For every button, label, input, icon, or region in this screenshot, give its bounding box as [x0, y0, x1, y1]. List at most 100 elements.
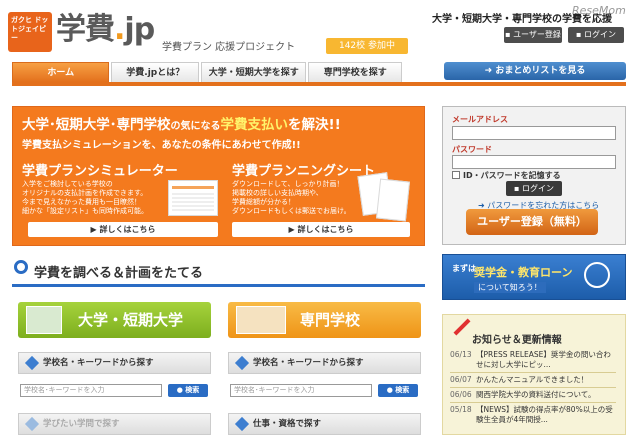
nav-home[interactable]: ホーム: [12, 62, 110, 82]
hero-title-d: を解決!!: [288, 117, 341, 133]
university-field-search-heading[interactable]: 学びたい学問で探す: [18, 413, 211, 435]
news-item[interactable]: 06/13 【PRESS RELEASE】奨学金の問い合わせに対し大学にピッ...: [450, 350, 620, 370]
university-keyword-search-label: 学校名・キーワードから探す: [43, 358, 154, 368]
simulator-details-label: 詳しくはこちら: [99, 225, 156, 234]
news-divider: [450, 387, 616, 388]
news-title: お知らせ＆更新情報: [472, 335, 562, 346]
news-text: 関西学院大学の資料送付について。: [476, 390, 596, 399]
news-text: 【NEWS】試験の得点率が80%以上の受験生全員が4年間授...: [476, 405, 613, 424]
vocational-card-title: 専門学校: [300, 311, 361, 329]
sheet-desc-line: 学費総額が分かる！: [232, 198, 295, 206]
vocational-search-input[interactable]: 学校名･キーワードを入力: [230, 384, 372, 397]
pencil-icon: [234, 416, 250, 432]
news-date: 06/06: [450, 390, 472, 399]
nav-universities[interactable]: 大学・短期大学を探す: [201, 62, 307, 82]
university-search-button-label: 検索: [185, 386, 200, 394]
watermark: ReseMom: [572, 4, 626, 17]
members-badge: 142校 参加中: [326, 38, 408, 54]
search-icon: ●: [386, 386, 393, 394]
sim-desc-line: 今まで見えなかった費用も一目瞭然！: [22, 198, 141, 206]
user-register-button[interactable]: ▪ ユーザー登録: [504, 27, 562, 43]
news-divider: [450, 372, 616, 373]
nav-about[interactable]: 学費.jpとは？: [111, 62, 200, 82]
planning-sheet-description: ダウンロードして、しっかり計画！ 掲載校の詳しい支払時期や、 学費総額が分かる！…: [232, 180, 372, 216]
simulator-details-button[interactable]: ▶ 詳しくはこちら: [28, 222, 218, 237]
simulator-title: 学費プランシミュレーター: [22, 164, 178, 179]
play-icon: ▶: [90, 225, 97, 234]
matome-label: おまとめリストを見る: [495, 66, 586, 76]
news-date: 06/07: [450, 375, 472, 384]
news-divider: [450, 402, 616, 403]
remember-label: ID・パスワードを記憶する: [463, 171, 561, 180]
sheet-desc-line: ダウンロードもしくは郵送でお届け。: [232, 207, 351, 215]
hero-title-b: の気になる: [170, 121, 221, 132]
news-item[interactable]: 05/18 【NEWS】試験の得点率が80%以上の受験生全員が4年間授...: [450, 405, 620, 425]
login-button-label: ログイン: [521, 184, 554, 193]
search-icon: ●: [176, 386, 183, 394]
magnifier-icon: [14, 260, 28, 274]
vocational-search-button-label: 検索: [395, 386, 410, 394]
university-field-search-label: 学びたい学問で探す: [43, 419, 120, 429]
news-item[interactable]: 06/06 関西学院大学の資料送付について。: [450, 390, 620, 400]
university-keyword-search-heading: 学校名・キーワードから探す: [18, 352, 211, 374]
sim-desc-line: 細かな「設定リスト」も同時作成可能。: [22, 207, 148, 215]
hero-title-a: 大学･短期大学･専門学校: [22, 117, 171, 133]
sim-desc-line: オリジナルの支払計画を作成できます。: [22, 189, 148, 197]
university-card-header[interactable]: 大学・短期大学: [18, 302, 211, 338]
simulator-screenshot-rows: [172, 193, 214, 211]
university-card-title: 大学・短期大学: [78, 311, 184, 329]
logo-dot: .: [114, 12, 125, 47]
loan-title: 奨学金・教育ローン: [474, 266, 573, 279]
hero-title-c: 学費支払い: [220, 117, 289, 133]
user-register-free-button[interactable]: ユーザー登録（無料）: [466, 209, 598, 235]
university-search-input[interactable]: 学校名･キーワードを入力: [20, 384, 162, 397]
login-button[interactable]: ▪ ログイン: [506, 181, 562, 196]
students-photo: [26, 306, 62, 334]
loan-pre-label: まずは: [452, 264, 476, 273]
students-photo: [236, 306, 286, 334]
vocational-keyword-search-label: 学校名・キーワードから探す: [253, 358, 364, 368]
lock-icon: ▪: [576, 30, 582, 39]
password-field[interactable]: [452, 155, 616, 169]
login-label: ログイン: [583, 30, 616, 39]
news-item[interactable]: 06/07 かんたんマニュアルできました！: [450, 375, 620, 385]
section-title: 学費を調べる＆計画をたてる: [34, 266, 204, 281]
sheet-desc-line: ダウンロードして、しっかり計画！: [232, 180, 344, 188]
simulator-description: 入学をご検討している学校の オリジナルの支払計画を作成できます。 今まで見えなか…: [22, 180, 172, 216]
hero-subtitle: 学費支払シミュレーションを、あなたの条件にあわせて作成!!: [22, 140, 301, 151]
logo-jp: jp: [124, 12, 155, 47]
lightbulb-icon: [584, 262, 610, 288]
logo[interactable]: 学費.jp: [56, 10, 155, 50]
logo-badge[interactable]: ガクヒ ドットジェイピー: [8, 12, 52, 52]
sheet-document-image: [375, 178, 411, 222]
sim-desc-line: 入学をご検討している学校の: [22, 180, 113, 188]
news-list: 06/13 【PRESS RELEASE】奨学金の問い合わせに対し大学にピッ...…: [450, 350, 620, 425]
play-icon: ▶: [288, 225, 295, 234]
arrow-icon: ➜: [484, 66, 493, 76]
university-search-button[interactable]: ● 検索: [168, 384, 208, 397]
pencil-icon: [24, 355, 40, 371]
hero-title: 大学･短期大学･専門学校の気になる学費支払いを解決!!: [22, 113, 341, 133]
planning-sheet-details-label: 詳しくはこちら: [297, 225, 354, 234]
email-label: メールアドレス: [452, 115, 508, 124]
loan-subtitle: について知ろう！: [474, 282, 546, 293]
matome-list-button[interactable]: ➜ おまとめリストを見る: [444, 62, 626, 80]
news-text: かんたんマニュアルできました！: [476, 375, 589, 384]
lock-icon: ▪: [514, 184, 520, 193]
vocational-card-header[interactable]: 専門学校: [228, 302, 421, 338]
planning-sheet-details-button[interactable]: ▶ 詳しくはこちら: [232, 222, 410, 237]
user-register-label: ユーザー登録: [513, 30, 561, 39]
password-label: パスワード: [452, 145, 492, 154]
email-field[interactable]: [452, 126, 616, 140]
login-button-top[interactable]: ▪ ログイン: [568, 27, 624, 43]
vocational-search-button[interactable]: ● 検索: [378, 384, 418, 397]
logo-main: 学費: [56, 12, 115, 47]
main-nav: ホーム 学費.jpとは？ 大学・短期大学を探す 専門学校を探す: [12, 62, 404, 82]
simulator-screenshot-bar: [172, 186, 214, 189]
vocational-keyword-search-heading: 学校名・キーワードから探す: [228, 352, 421, 374]
news-date: 05/18: [450, 405, 472, 414]
tagline: 学費プラン 応援プロジェクト: [162, 42, 296, 53]
vocational-job-search-heading[interactable]: 仕事・資格で探す: [228, 413, 421, 435]
remember-checkbox[interactable]: [452, 171, 460, 179]
nav-vocational[interactable]: 専門学校を探す: [308, 62, 402, 82]
